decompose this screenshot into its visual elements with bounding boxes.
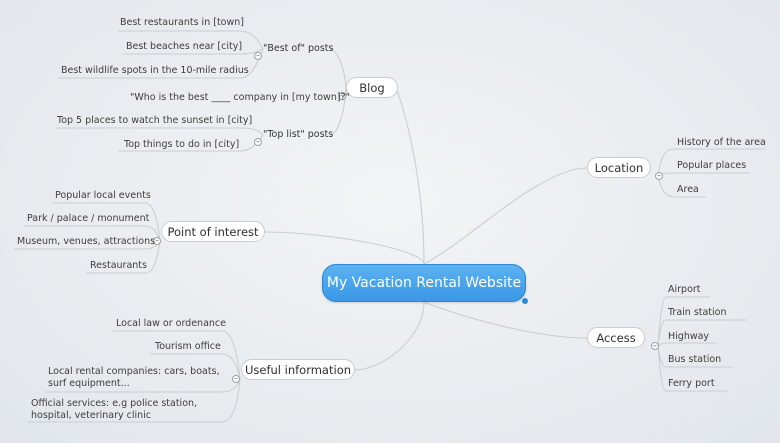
- list-item[interactable]: Local rental companies: cars, boats, sur…: [48, 366, 224, 390]
- best-of-posts-node[interactable]: "Best of" posts: [263, 43, 333, 54]
- access-item-label: Train station: [668, 307, 727, 318]
- list-item[interactable]: Best beaches near [city]: [126, 41, 242, 53]
- best-of-label: "Best of" posts: [263, 43, 334, 54]
- poi-item-label: Restaurants: [90, 260, 147, 271]
- access-label: Access: [596, 330, 636, 345]
- root-label: My Vacation Rental Website: [326, 275, 522, 291]
- minus-icon[interactable]: –: [254, 52, 262, 60]
- poi-label: Point of interest: [167, 224, 259, 239]
- top-list-posts-node[interactable]: "Top list" posts: [263, 129, 333, 140]
- best-of-item-label: Best wildlife spots in the 10-mile radiu…: [61, 65, 249, 76]
- useful-label: Useful information: [244, 362, 352, 377]
- location-node[interactable]: Location: [587, 157, 651, 178]
- question-post-node[interactable]: "Who is the best ____ company in [my tow…: [130, 92, 350, 104]
- access-item-label: Highway: [668, 331, 710, 342]
- minus-icon[interactable]: –: [254, 138, 262, 146]
- best-of-item-label: Best restaurants in [town]: [120, 17, 244, 28]
- list-item[interactable]: Top things to do in [city]: [124, 139, 239, 151]
- location-item-label: Area: [677, 184, 699, 195]
- minus-icon[interactable]: –: [655, 172, 663, 180]
- list-item[interactable]: Bus station: [668, 354, 721, 366]
- poi-item-label: Popular local events: [55, 190, 151, 201]
- top-list-label: "Top list" posts: [263, 129, 334, 140]
- access-item-label: Bus station: [668, 354, 722, 365]
- list-item[interactable]: History of the area: [677, 137, 766, 149]
- mind-map-canvas: My Vacation Rental Website Blog – "Best …: [0, 0, 780, 443]
- useful-item-label: Local law or ordenance: [116, 318, 226, 329]
- list-item[interactable]: Highway: [668, 331, 709, 343]
- list-item[interactable]: Park / palace / monument: [27, 213, 149, 225]
- access-item-label: Airport: [668, 284, 701, 295]
- list-item[interactable]: Popular local events: [55, 190, 151, 202]
- list-item[interactable]: Train station: [668, 307, 727, 319]
- top-list-item-label: Top things to do in [city]: [124, 139, 240, 150]
- list-item[interactable]: Best restaurants in [town]: [120, 17, 244, 29]
- access-item-label: Ferry port: [668, 378, 715, 389]
- location-item-label: Popular places: [677, 160, 747, 171]
- question-post-label: "Who is the best ____ company in [my tow…: [130, 92, 350, 103]
- poi-item-label: Museum, venues, attractions: [17, 236, 156, 247]
- list-item[interactable]: Official services: e.g police station, h…: [31, 398, 226, 422]
- minus-icon[interactable]: –: [232, 375, 240, 383]
- useful-item-label: Local rental companies: cars, boats, sur…: [48, 366, 220, 389]
- list-item[interactable]: Best wildlife spots in the 10-mile radiu…: [61, 65, 249, 77]
- root-node[interactable]: My Vacation Rental Website: [322, 264, 526, 302]
- list-item[interactable]: Museum, venues, attractions: [17, 236, 155, 248]
- location-label: Location: [594, 160, 644, 175]
- connection-handle[interactable]: [522, 298, 528, 304]
- list-item[interactable]: Restaurants: [90, 260, 147, 272]
- blog-node[interactable]: Blog: [346, 77, 398, 98]
- useful-item-label: Tourism office: [155, 341, 221, 352]
- list-item[interactable]: Tourism office: [155, 341, 221, 353]
- list-item[interactable]: Airport: [668, 284, 701, 296]
- useful-information-node[interactable]: Useful information: [241, 359, 355, 380]
- list-item[interactable]: Popular places: [677, 160, 746, 172]
- point-of-interest-node[interactable]: Point of interest: [161, 221, 265, 242]
- useful-item-label: Official services: e.g police station, h…: [31, 398, 198, 421]
- minus-icon[interactable]: –: [651, 342, 659, 350]
- list-item[interactable]: Local law or ordenance: [116, 318, 226, 330]
- best-of-item-label: Best beaches near [city]: [126, 41, 243, 52]
- location-item-label: History of the area: [677, 137, 766, 148]
- list-item[interactable]: Ferry port: [668, 378, 715, 390]
- list-item[interactable]: Top 5 places to watch the sunset in [cit…: [57, 115, 252, 127]
- blog-label: Blog: [359, 80, 385, 95]
- poi-item-label: Park / palace / monument: [27, 213, 150, 224]
- list-item[interactable]: Area: [677, 184, 699, 196]
- top-list-item-label: Top 5 places to watch the sunset in [cit…: [57, 115, 253, 126]
- access-node[interactable]: Access: [587, 327, 645, 348]
